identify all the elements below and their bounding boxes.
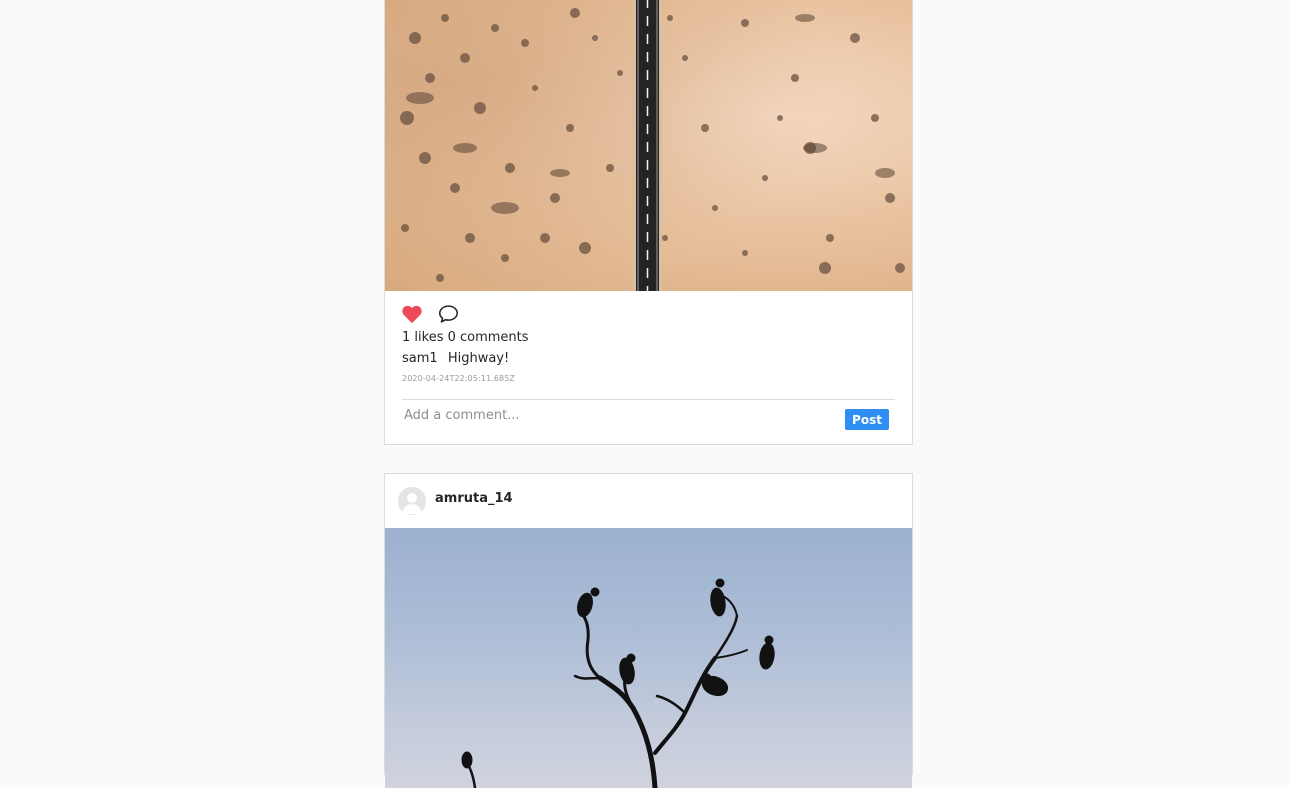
divider: [402, 399, 895, 400]
post-photo[interactable]: [385, 0, 912, 291]
comment-icon[interactable]: [437, 303, 459, 325]
caption-text: Highway!: [447, 351, 510, 366]
post-header: amruta_14: [385, 474, 912, 528]
post-card: amruta_14: [384, 473, 913, 788]
caption-username[interactable]: sam1: [402, 351, 438, 366]
post-actions: [401, 302, 459, 326]
comment-input[interactable]: [402, 404, 826, 426]
highway-image: [385, 0, 912, 291]
post-username[interactable]: amruta_14: [435, 491, 513, 506]
post-timestamp: 2020-04-24T22:05:11.685Z: [402, 374, 516, 383]
post-caption: sam1 Highway!: [402, 351, 509, 366]
likes-comments-count: 1 likes 0 comments: [402, 330, 529, 345]
birds-on-tree-image: [461, 578, 775, 788]
post-comment-button[interactable]: Post: [845, 409, 889, 430]
heart-icon[interactable]: [401, 303, 423, 325]
default-avatar-icon[interactable]: [398, 487, 426, 515]
post-photo[interactable]: [385, 528, 912, 788]
post-card: 1 likes 0 comments sam1 Highway! 2020-04…: [384, 0, 913, 445]
